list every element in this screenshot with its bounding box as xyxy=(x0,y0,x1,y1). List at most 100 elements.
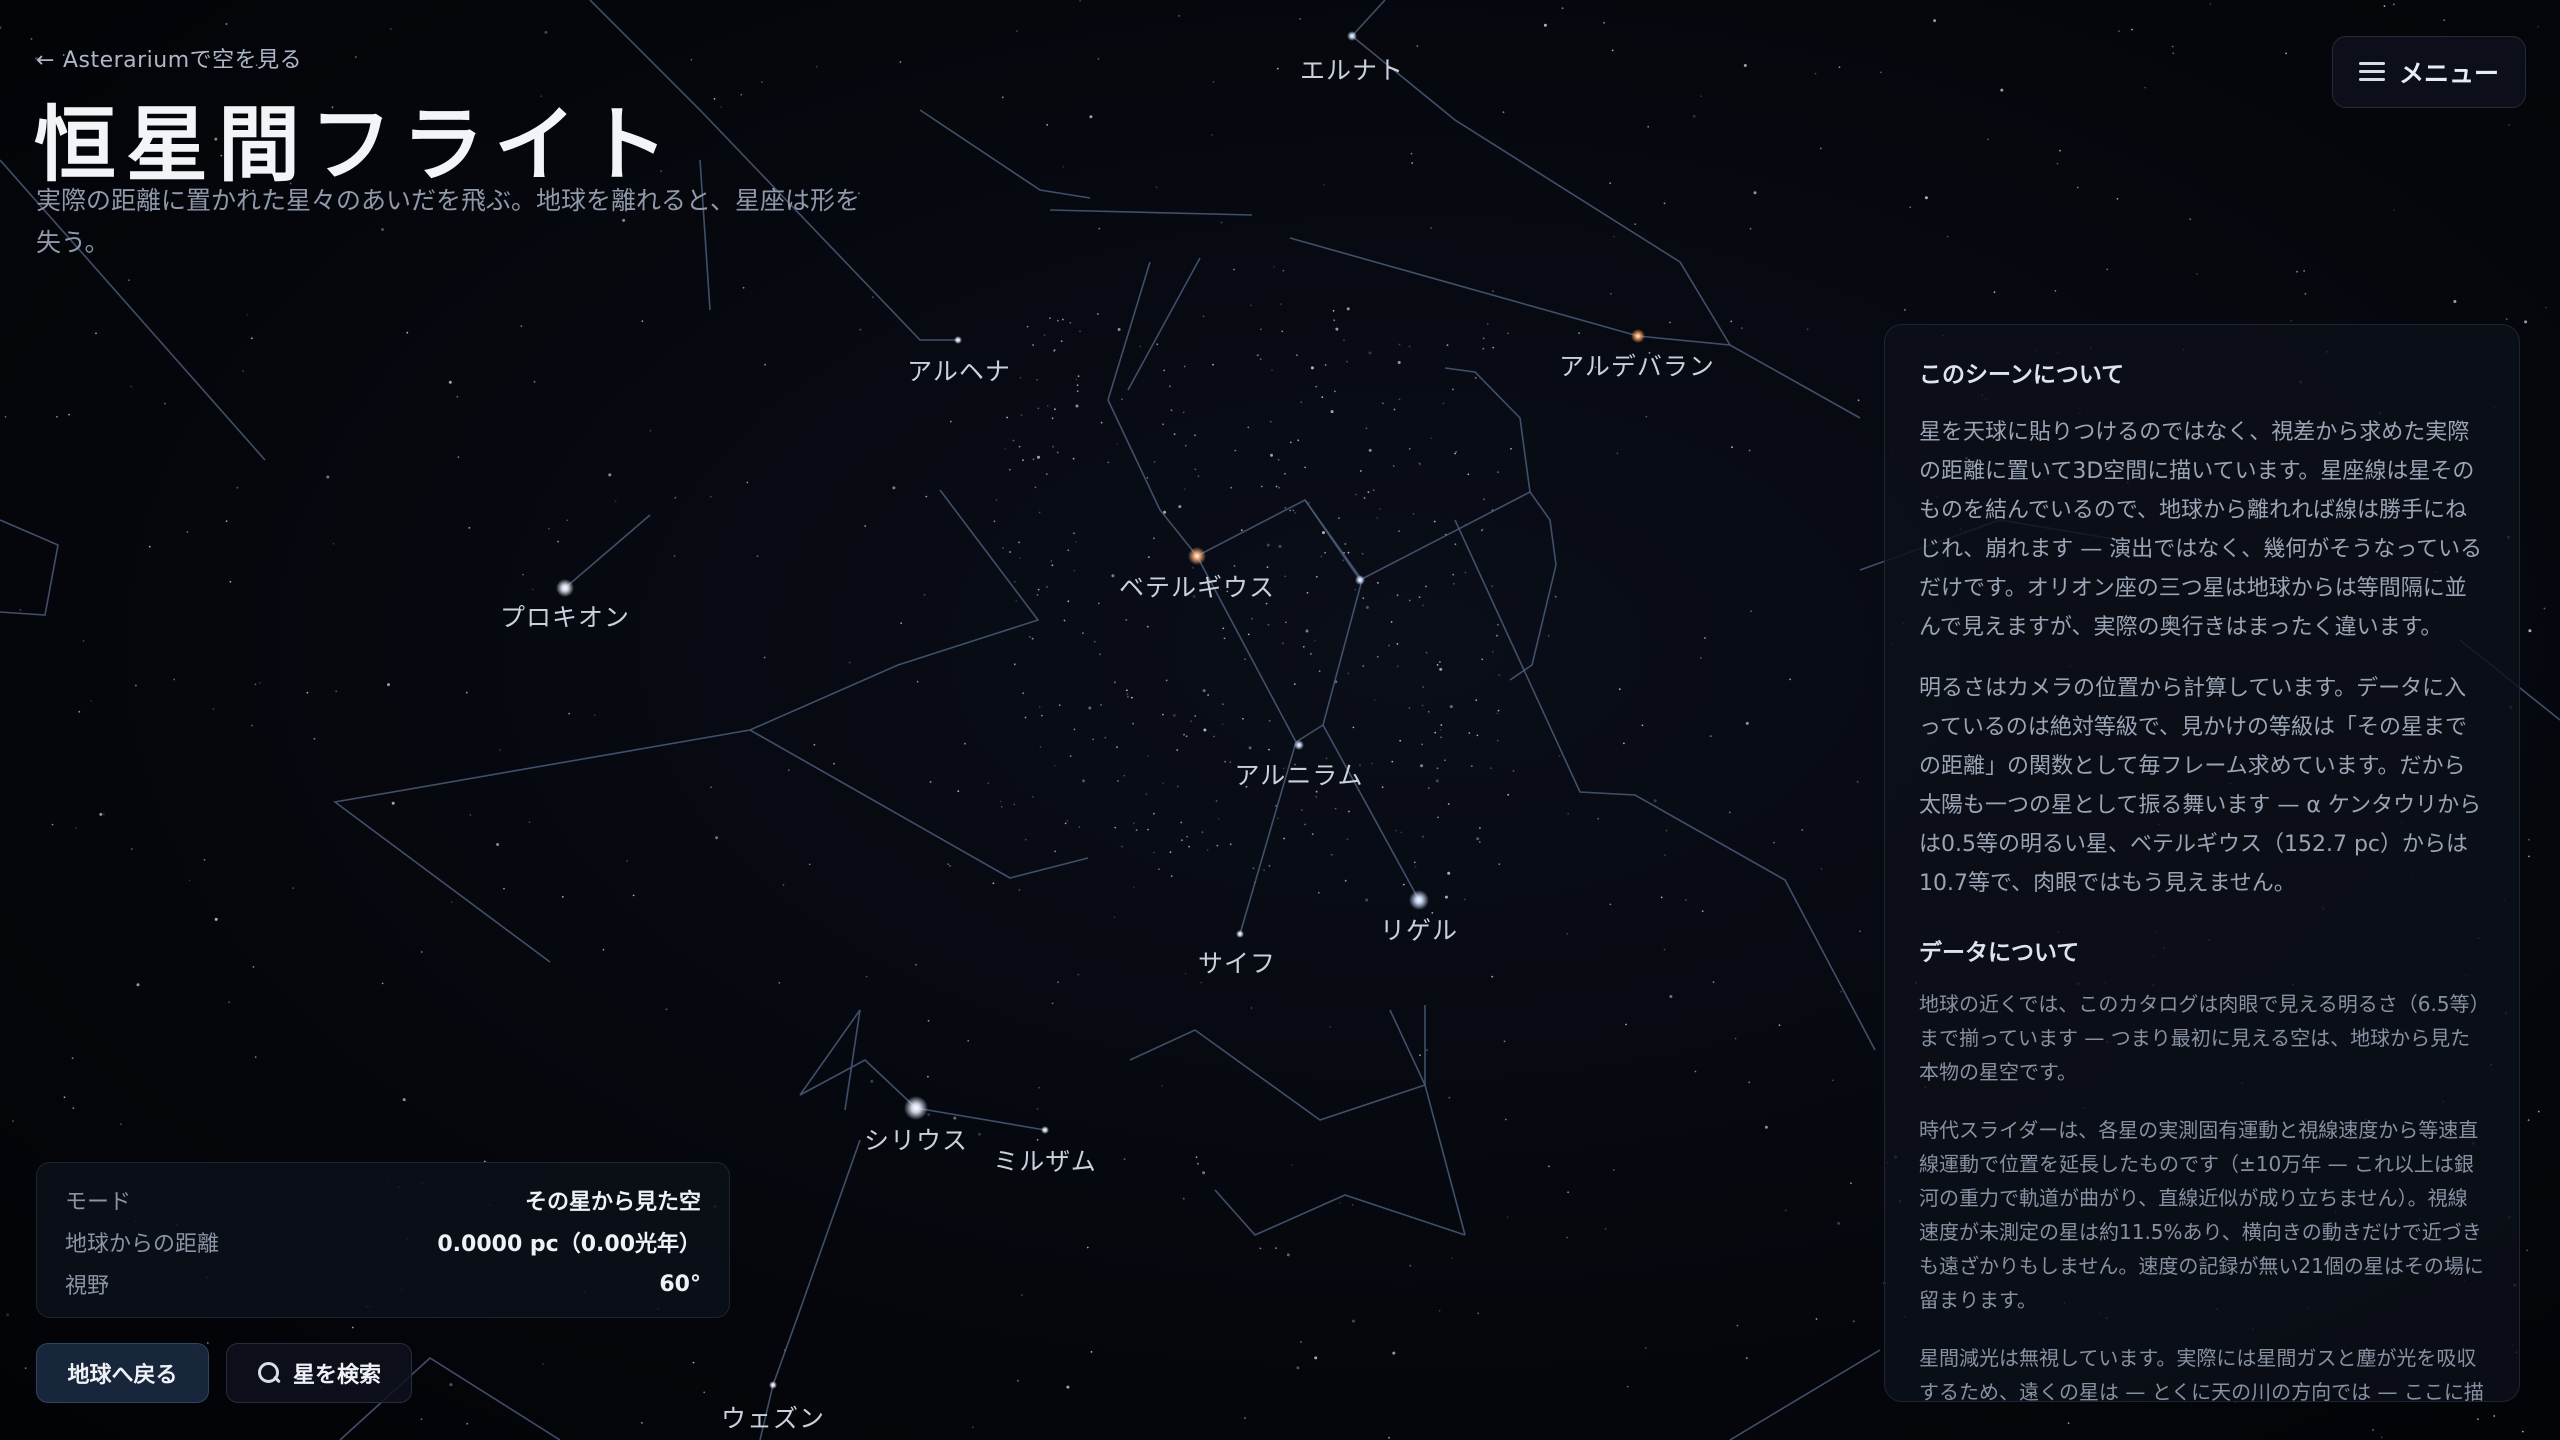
background-star xyxy=(1073,728,1076,731)
star-bellatrix[interactable] xyxy=(1355,575,1365,585)
fov-label: 視野 xyxy=(65,1274,110,1299)
background-star xyxy=(1663,948,1666,951)
background-star xyxy=(1664,854,1666,857)
background-star xyxy=(2537,1110,2540,1113)
star-sirius[interactable] xyxy=(904,1096,928,1120)
background-star xyxy=(995,499,998,501)
background-star xyxy=(674,496,677,499)
background-star xyxy=(1360,470,1362,472)
background-star xyxy=(1116,746,1118,749)
star-aldebaran[interactable] xyxy=(1631,329,1645,343)
star-label-aldebaran[interactable]: アルデバラン xyxy=(1559,347,1715,383)
background-star xyxy=(1397,361,1401,364)
background-star xyxy=(1096,313,1099,315)
background-star xyxy=(2285,52,2288,55)
back-to-asterarium-link[interactable]: ← Asterariumで空を見る xyxy=(36,42,302,74)
background-star xyxy=(1182,411,1185,414)
star-elnath[interactable] xyxy=(1347,31,1357,41)
background-star xyxy=(1433,520,1436,523)
background-star xyxy=(1324,364,1327,366)
return-to-earth-button[interactable]: 地球へ戻る xyxy=(36,1343,209,1403)
background-star xyxy=(1904,309,1906,311)
star-label-alhena[interactable]: アルヘナ xyxy=(907,352,1011,388)
background-star xyxy=(1361,552,1364,555)
background-star xyxy=(709,495,712,498)
star-alhena[interactable] xyxy=(954,336,962,344)
background-star xyxy=(1398,343,1401,346)
star-label-betelgeuse[interactable]: ベテルギウス xyxy=(1119,568,1275,604)
background-star xyxy=(24,1367,27,1369)
background-star xyxy=(246,314,249,316)
background-star xyxy=(1618,688,1621,690)
star-alnilam[interactable] xyxy=(1294,740,1304,750)
background-star xyxy=(391,801,395,805)
background-star xyxy=(992,882,995,885)
background-star xyxy=(1497,623,1499,626)
background-star xyxy=(1496,634,1498,637)
background-star xyxy=(1476,734,1479,737)
background-star xyxy=(542,1363,544,1365)
background-star xyxy=(665,1008,668,1011)
background-star xyxy=(1512,770,1515,772)
background-star xyxy=(1379,508,1381,510)
background-star xyxy=(1125,619,1128,621)
star-label-procyon[interactable]: プロキオン xyxy=(500,598,630,634)
star-wezen[interactable] xyxy=(769,1381,777,1389)
background-star xyxy=(1146,625,1149,628)
background-star xyxy=(1609,292,1612,295)
background-star xyxy=(1024,716,1027,719)
background-star xyxy=(1728,811,1731,814)
background-star xyxy=(1178,15,1181,17)
constellation-line xyxy=(1214,1189,1466,1236)
background-star xyxy=(1612,235,1615,238)
background-star xyxy=(1076,390,1079,393)
star-label-mirzam[interactable]: ミルザム xyxy=(993,1142,1097,1178)
background-star xyxy=(1330,854,1333,856)
star-rigel[interactable] xyxy=(1409,890,1429,910)
background-star xyxy=(1567,812,1570,815)
star-mirzam[interactable] xyxy=(1041,1126,1049,1134)
star-label-sirius[interactable]: シリウス xyxy=(864,1121,968,1157)
star-procyon[interactable] xyxy=(556,579,574,597)
background-star xyxy=(1390,621,1393,623)
background-star xyxy=(1393,408,1396,411)
background-star xyxy=(136,983,140,987)
background-star xyxy=(1352,726,1355,729)
star-betelgeuse[interactable] xyxy=(1188,547,1206,565)
background-star xyxy=(1153,812,1155,815)
background-star xyxy=(2196,273,2198,275)
background-star xyxy=(1234,449,1237,452)
background-star xyxy=(1229,843,1232,846)
background-star xyxy=(1452,582,1455,585)
background-star xyxy=(1455,450,1458,453)
background-star xyxy=(1730,320,1733,323)
search-star-button[interactable]: 星を検索 xyxy=(226,1343,412,1403)
star-label-saiph[interactable]: サイフ xyxy=(1198,944,1276,980)
background-star xyxy=(466,1422,469,1425)
background-star xyxy=(1436,664,1439,666)
background-star xyxy=(1434,731,1437,734)
background-star xyxy=(1147,828,1149,831)
background-star xyxy=(1268,865,1271,867)
background-star xyxy=(1077,973,1080,976)
info-panel[interactable]: このシーンについて 星を天球に貼りつけるのではなく、視差から求めた実際の距離に置… xyxy=(1884,324,2520,1402)
background-star xyxy=(1365,427,1368,430)
background-star xyxy=(1169,851,1172,854)
scene-paragraph-2: 明るさはカメラの位置から計算しています。データに入っているのは絶対等級で、見かけ… xyxy=(1919,676,2482,896)
background-star xyxy=(1507,332,1509,335)
background-star xyxy=(164,402,166,405)
background-star xyxy=(1173,433,1176,436)
star-label-rigel[interactable]: リゲル xyxy=(1380,911,1458,947)
menu-button[interactable]: メニュー xyxy=(2332,36,2526,108)
background-star xyxy=(387,683,390,687)
star-label-elnath[interactable]: エルナト xyxy=(1300,51,1404,87)
background-star xyxy=(1097,602,1100,605)
star-saiph[interactable] xyxy=(1236,930,1244,938)
background-star xyxy=(1778,1024,1781,1027)
background-star xyxy=(1004,448,1007,450)
background-star xyxy=(1448,1096,1451,1099)
background-star xyxy=(1211,134,1214,136)
background-star xyxy=(531,588,534,591)
star-label-alnilam[interactable]: アルニラム xyxy=(1234,756,1363,792)
star-label-wezen[interactable]: ウェズン xyxy=(721,1399,825,1435)
